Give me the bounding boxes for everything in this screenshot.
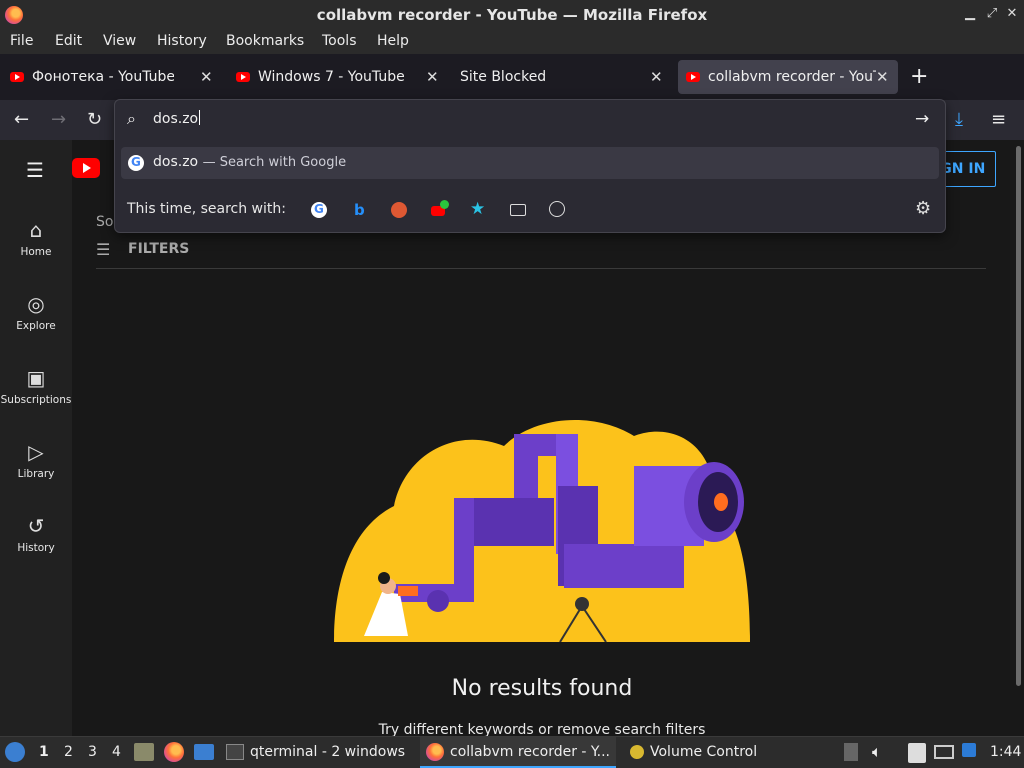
window-titlebar: collabvm recorder - YouTube — Mozilla Fi… (0, 0, 1024, 30)
menu-tools[interactable]: Tools (322, 33, 357, 49)
tab-fonoteka[interactable]: Фонотека - YouTube Studio ✕ (2, 60, 216, 94)
compass-icon: ◎ (27, 292, 45, 316)
firefox-launcher-icon[interactable] (164, 742, 184, 762)
reload-icon[interactable]: ↻ (87, 109, 102, 130)
sidebar-item-library[interactable]: ▷ Library (0, 440, 72, 480)
update-notifier-icon[interactable] (962, 743, 976, 757)
library-icon: ▷ (28, 440, 44, 464)
minimize-icon[interactable]: ▁ (963, 6, 977, 21)
bing-icon[interactable]: b (351, 201, 367, 219)
search-with-label: This time, search with: (127, 201, 286, 217)
tabs-icon[interactable] (510, 204, 526, 216)
tray-up-icon[interactable] (844, 743, 858, 761)
search-suggestion[interactable]: G dos.zo — Search with Google (121, 147, 939, 179)
workspace-2[interactable]: 2 (64, 744, 73, 760)
no-results-illustration (334, 419, 750, 642)
sidebar-item-history[interactable]: ↺ History (0, 514, 72, 554)
download-icon[interactable]: ⤓ (955, 109, 963, 130)
start-menu-icon[interactable] (5, 742, 25, 762)
urlbar-dropdown: ⌕ dos.zo → G dos.zo — Search with Google… (114, 99, 946, 233)
taskbar: 1 2 3 4 qterminal - 2 windows collabvm r… (0, 736, 1024, 768)
history-icon: ↺ (27, 514, 45, 538)
menu-bookmarks[interactable]: Bookmarks (226, 33, 304, 49)
sidebar-item-subscriptions[interactable]: ▣ Subscriptions (0, 366, 72, 406)
search-settings-gear-icon[interactable]: ⚙ (915, 198, 931, 219)
youtube-sidebar: ⌂ Home ◎ Explore ▣ Subscriptions ▷ Libra… (0, 140, 72, 736)
clipboard-icon[interactable] (908, 743, 926, 763)
taskbar-item-firefox[interactable]: collabvm recorder - Y... (420, 737, 616, 768)
tab-close-icon[interactable]: ✕ (426, 68, 439, 86)
duckduckgo-icon[interactable] (391, 202, 407, 218)
workspace-1[interactable]: 1 (39, 744, 49, 760)
menu-file[interactable]: File (10, 33, 33, 49)
google-icon: G (128, 155, 144, 171)
workspace-3[interactable]: 3 (88, 744, 97, 760)
search-icon: ⌕ (127, 109, 136, 128)
taskbar-item-volume-control[interactable]: Volume Control (624, 737, 824, 768)
home-icon: ⌂ (29, 218, 43, 242)
tab-close-icon[interactable]: ✕ (650, 68, 663, 86)
window-title: collabvm recorder - YouTube — Mozilla Fi… (316, 6, 708, 24)
divider (96, 268, 986, 269)
tab-close-icon[interactable]: ✕ (200, 68, 213, 86)
workspace-4[interactable]: 4 (112, 744, 121, 760)
go-arrow-icon[interactable]: → (915, 109, 929, 129)
menu-view[interactable]: View (103, 33, 136, 49)
sidebar-item-home[interactable]: ⌂ Home (0, 218, 72, 258)
url-input[interactable]: dos.zo (153, 110, 200, 127)
guide-menu-icon[interactable]: ☰ (26, 158, 44, 182)
suggestion-text: dos.zo (153, 154, 199, 170)
youtube-favicon-icon (10, 72, 24, 82)
no-results-subtitle: Try different keywords or remove search … (378, 722, 706, 736)
taskbar-item-qterminal[interactable]: qterminal - 2 windows (222, 737, 412, 768)
network-icon[interactable] (934, 745, 954, 759)
speaker-icon[interactable]: 🔈︎ (872, 742, 882, 762)
bookmarks-star-icon[interactable]: ★ (470, 199, 486, 219)
urlbar[interactable]: ⌕ dos.zo → (115, 100, 945, 140)
app-menu-icon[interactable]: ≡ (991, 109, 1006, 130)
scrollbar-thumb[interactable] (1016, 146, 1021, 686)
menu-help[interactable]: Help (377, 33, 409, 49)
youtube-logo-icon[interactable] (72, 158, 100, 178)
menu-bar: File Edit View History Bookmarks Tools H… (0, 30, 1024, 54)
history-clock-icon[interactable] (549, 201, 565, 217)
terminal-icon (226, 744, 244, 760)
menu-edit[interactable]: Edit (55, 33, 82, 49)
tab-site-blocked[interactable]: Site Blocked ✕ (452, 60, 666, 94)
filters-icon: ☰ (96, 240, 111, 259)
file-manager-icon[interactable] (134, 743, 154, 761)
new-tab-icon[interactable]: + (910, 64, 928, 89)
back-icon[interactable]: ← (14, 109, 29, 130)
youtube-plus-icon[interactable] (431, 200, 449, 216)
sidebar-item-explore[interactable]: ◎ Explore (0, 292, 72, 332)
desktop-icon[interactable] (194, 744, 214, 760)
youtube-favicon-icon (236, 72, 250, 82)
tab-close-icon[interactable]: ✕ (876, 68, 889, 86)
volume-control-icon (630, 745, 644, 759)
firefox-icon (426, 743, 444, 761)
tab-windows7[interactable]: Windows 7 - YouTube ✕ (228, 60, 442, 94)
youtube-favicon-icon (686, 72, 700, 82)
no-results-title: No results found (451, 676, 633, 701)
google-icon[interactable]: G (311, 202, 327, 218)
forward-icon[interactable]: → (51, 109, 66, 130)
maximize-icon[interactable]: ⤢ (985, 6, 999, 21)
subscriptions-icon: ▣ (26, 366, 46, 390)
close-window-icon[interactable]: ✕ (1005, 6, 1019, 21)
suggestion-action: Search with Google (219, 155, 347, 170)
clock[interactable]: 1:44 (990, 744, 1021, 760)
tab-collabvm-recorder[interactable]: collabvm recorder - YouTube ✕ (678, 60, 898, 94)
menu-history[interactable]: History (157, 33, 207, 49)
